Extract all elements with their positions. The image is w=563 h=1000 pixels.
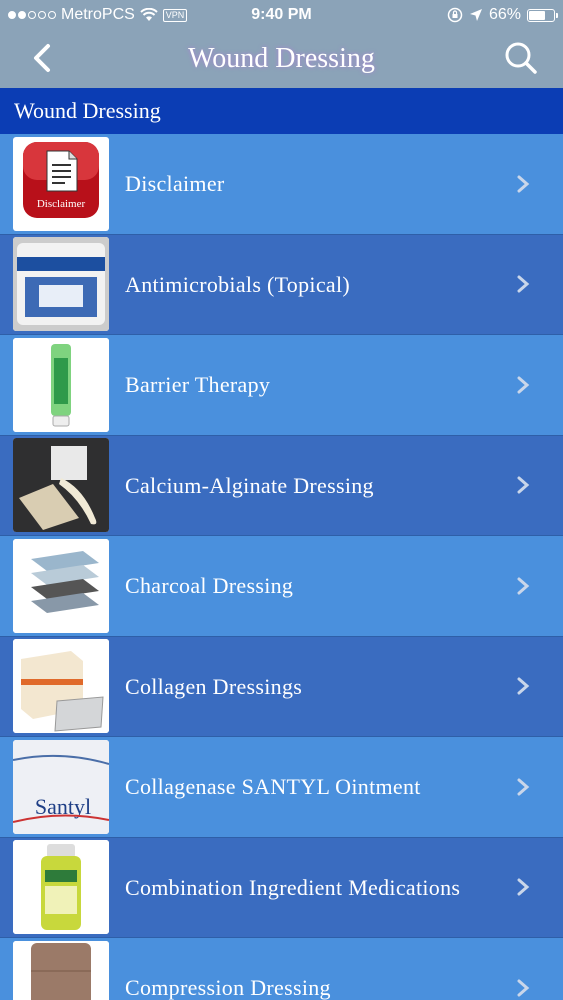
chevron-right-icon (517, 175, 530, 193)
list-item-label: Collagenase SANTYL Ointment (125, 774, 421, 800)
dressing-list: Disclaimer Disclaimer Antimicrobials (To… (0, 134, 563, 1000)
chevron-right-icon (517, 677, 530, 695)
list-item-label: Combination Ingredient Medications (125, 874, 461, 900)
chevron-right-icon (517, 275, 530, 293)
list-item-compression-dressing[interactable]: Compression Dressing (0, 938, 563, 1000)
list-item-label: Antimicrobials (Topical) (125, 271, 350, 297)
list-item-label: Compression Dressing (125, 975, 331, 1000)
list-item-disclaimer[interactable]: Disclaimer Disclaimer (0, 134, 563, 235)
wifi-icon (140, 8, 158, 21)
compression-dressing-thumbnail (13, 940, 109, 1000)
chevron-right-icon (517, 577, 530, 595)
vpn-badge: VPN (162, 8, 188, 22)
list-item-label: Disclaimer (125, 171, 225, 197)
list-item-barrier-therapy[interactable]: Barrier Therapy (0, 335, 563, 436)
list-item-charcoal-dressing[interactable]: Charcoal Dressing (0, 536, 563, 637)
list-item-label: Collagen Dressings (125, 673, 303, 699)
battery-icon (527, 8, 558, 22)
barrier-therapy-thumbnail (13, 337, 109, 432)
navigation-bar: Wound Dressing (0, 30, 563, 88)
carrier-name: MetroPCS (61, 6, 135, 23)
list-item-label: Charcoal Dressing (125, 573, 294, 599)
section-header: Wound Dressing (0, 88, 563, 134)
antimicrobials-thumbnail (13, 237, 109, 332)
location-arrow-icon (469, 9, 482, 21)
list-item-combination-ingredient[interactable]: Combination Ingredient Medications (0, 837, 563, 938)
status-time: 9:40 PM (251, 6, 312, 23)
back-button[interactable] (28, 38, 58, 78)
rotation-lock-icon (447, 7, 463, 23)
chevron-right-icon (517, 878, 530, 896)
status-right: 66% (345, 6, 558, 24)
signal-strength-icon (8, 11, 56, 19)
list-item-label: Barrier Therapy (125, 372, 271, 398)
chevron-right-icon (517, 476, 530, 494)
list-item-antimicrobials[interactable]: Antimicrobials (Topical) (0, 234, 563, 335)
chevron-right-icon (517, 979, 530, 997)
search-button[interactable] (503, 38, 539, 78)
list-item-collagen-dressings[interactable]: Collagen Dressings (0, 636, 563, 737)
page-title: Wound Dressing (188, 43, 375, 74)
list-item-label: Calcium-Alginate Dressing (125, 472, 374, 498)
battery-percent: 66% (488, 6, 521, 23)
calcium-alginate-thumbnail (13, 438, 109, 533)
section-title: Wound Dressing (14, 98, 161, 123)
charcoal-dressing-thumbnail (13, 538, 109, 633)
santyl-thumbnail: Santyl (13, 739, 109, 834)
status-bar: MetroPCS VPN 9:40 PM 66% (0, 0, 563, 30)
disclaimer-thumb-text: Disclaimer (37, 198, 86, 210)
chevron-right-icon (517, 376, 530, 394)
status-left: MetroPCS VPN (8, 6, 218, 24)
combination-ingredient-thumbnail (13, 840, 109, 935)
disclaimer-thumbnail: Disclaimer (13, 136, 109, 231)
list-item-calcium-alginate[interactable]: Calcium-Alginate Dressing (0, 435, 563, 536)
collagen-dressings-thumbnail (13, 639, 109, 734)
list-item-collagenase-santyl[interactable]: Santyl Collagenase SANTYL Ointment (0, 737, 563, 838)
chevron-right-icon (517, 778, 530, 796)
